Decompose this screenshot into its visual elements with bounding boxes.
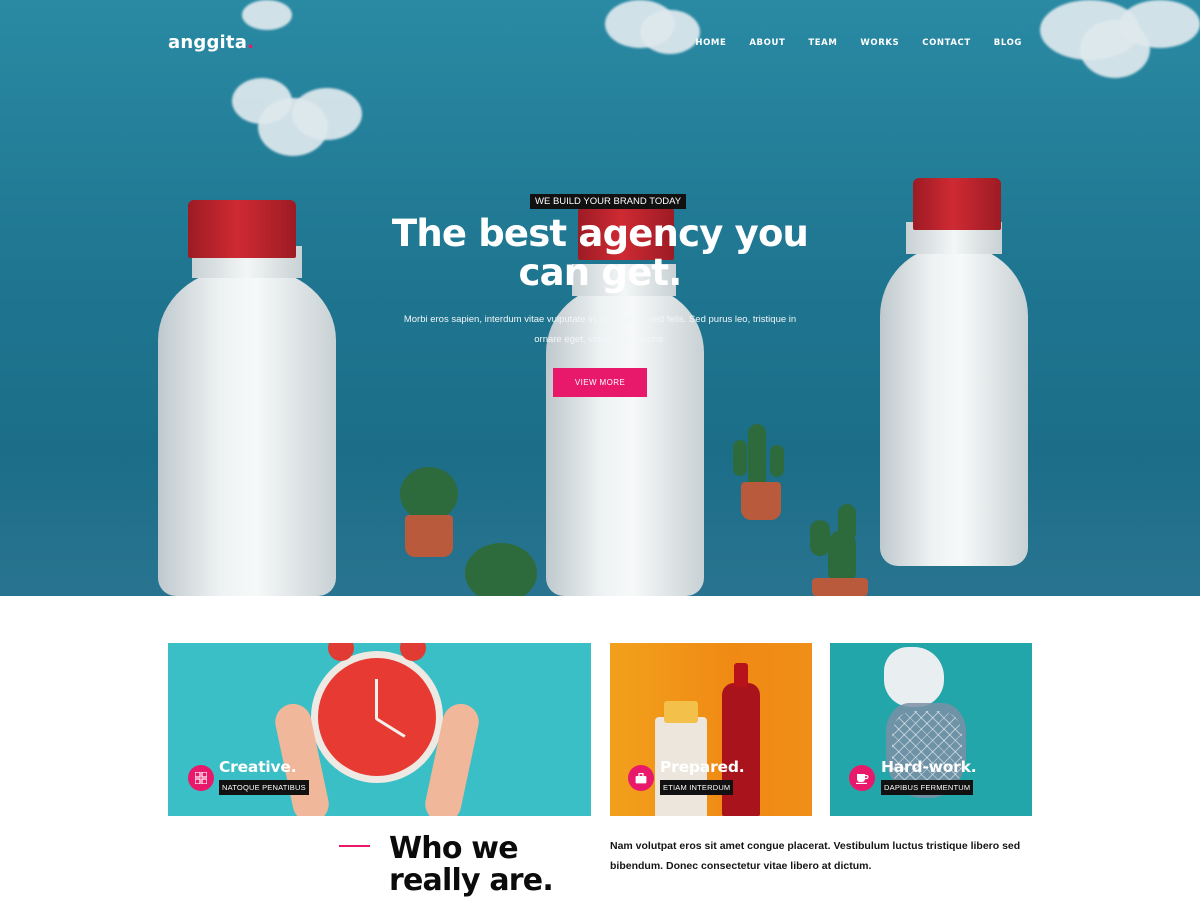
nav-contact[interactable]: CONTACT <box>922 38 971 48</box>
feature-card-hardwork[interactable]: Hard-work. DAPIBUS FERMENTUM <box>830 643 1032 816</box>
nav-works[interactable]: WORKS <box>860 38 899 48</box>
hero-title-line1: The best agency you <box>391 212 809 255</box>
nav-blog[interactable]: BLOG <box>994 38 1022 48</box>
about-title-line1: Who we <box>389 831 519 866</box>
card-label: DAPIBUS FERMENTUM <box>881 780 974 795</box>
coffee-cup-icon <box>849 765 875 791</box>
hero-title-line2: can get. <box>518 251 682 294</box>
about-title: Who we really are. <box>389 831 554 898</box>
briefcase-icon <box>628 765 654 791</box>
feature-card-creative[interactable]: Creative. NATOQUE PENATIBUS <box>168 643 591 816</box>
about-title-line2: really are. <box>389 863 554 898</box>
card-title: Creative. <box>219 758 297 776</box>
hero-description: Morbi eros sapien, interdum vitae vulput… <box>403 314 797 345</box>
brand-logo[interactable]: anggita. <box>168 32 254 53</box>
about-text: Nam volutpat eros sit amet congue placer… <box>610 840 1021 872</box>
card-label: NATOQUE PENATIBUS <box>219 780 309 795</box>
card-label: ETIAM INTERDUM <box>660 780 734 795</box>
main-nav: HOME ABOUT TEAM WORKS CONTACT BLOG <box>672 38 1022 48</box>
bottle-right <box>880 178 1028 566</box>
view-more-button[interactable]: VIEW MORE <box>553 368 647 397</box>
section-accent-line <box>339 845 370 847</box>
nav-about[interactable]: ABOUT <box>749 38 785 48</box>
nav-team[interactable]: TEAM <box>808 38 837 48</box>
grid-icon <box>188 765 214 791</box>
brand-name: anggita <box>168 32 248 53</box>
card-title: Hard-work. <box>881 758 977 776</box>
brand-dot: . <box>247 32 255 53</box>
hero-tagline: WE BUILD YOUR BRAND TODAY <box>530 194 687 209</box>
card-title: Prepared. <box>660 758 745 776</box>
hero-title: The best agency you can get. <box>300 214 900 292</box>
hero-section: anggita. HOME ABOUT TEAM WORKS CONTACT B… <box>0 0 1200 596</box>
feature-card-prepared[interactable]: Prepared. ETIAM INTERDUM <box>610 643 812 816</box>
nav-home[interactable]: HOME <box>695 38 726 48</box>
